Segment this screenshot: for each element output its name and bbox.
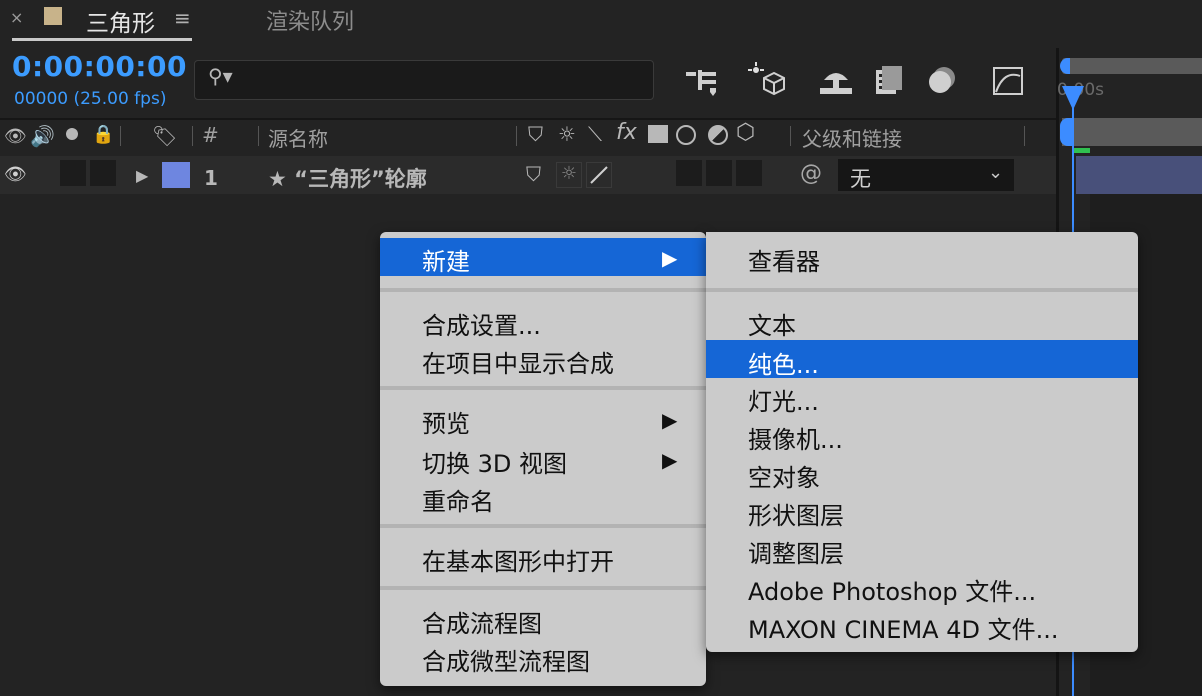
close-tab-icon[interactable]: × [10, 8, 23, 27]
frame-rate-display: 00000 (25.00 fps) [14, 89, 167, 109]
layer-shy-switch-icon[interactable]: ⛉ [526, 162, 541, 186]
menu-divider [380, 586, 706, 590]
layer-label-color[interactable] [162, 162, 190, 188]
column-divider [790, 126, 791, 146]
column-divider [120, 126, 121, 146]
layer-solo-toggle[interactable] [60, 160, 86, 186]
solo-icon [66, 128, 78, 140]
frame-blend-switch-icon [648, 125, 668, 143]
tab-composition[interactable]: 三角形 [86, 4, 155, 38]
new-submenu: 查看器 文本 纯色... 灯光... 摄像机... 空对象 形状图层 调整图层 … [706, 232, 1138, 652]
menu-item-switch-3d-view[interactable]: 切换 3D 视图 ▶ [380, 440, 706, 478]
playhead-handle[interactable] [1062, 86, 1084, 110]
quality-switch-icon: ⟍ [588, 122, 602, 146]
menu-divider [380, 288, 706, 292]
layer-search-input[interactable] [194, 60, 654, 100]
menu-item-reveal-in-project[interactable]: 在项目中显示合成 [380, 340, 706, 378]
layer-duration-bar[interactable] [1076, 156, 1202, 194]
layer-expand-icon[interactable]: ▶ [136, 166, 148, 185]
panel-menu-icon[interactable]: ≡ [174, 6, 191, 30]
menu-item-composition-flowchart[interactable]: 合成流程图 [380, 600, 706, 638]
submenu-item-null-object[interactable]: 空对象 [706, 454, 1138, 492]
menu-divider [706, 288, 1138, 292]
menu-item-rename[interactable]: 重命名 [380, 478, 706, 516]
submenu-item-cinema4d-file[interactable]: MAXON CINEMA 4D 文件... [706, 606, 1138, 644]
lock-icon: 🔒 [92, 124, 115, 145]
submenu-arrow-icon: ▶ [662, 408, 678, 432]
submenu-item-camera[interactable]: 摄像机... [706, 416, 1138, 454]
submenu-item-shape-layer[interactable]: 形状图层 [706, 492, 1138, 530]
submenu-item-text[interactable]: 文本 [706, 302, 1138, 340]
composition-color-swatch [44, 7, 62, 25]
motion-blur-switch-icon [676, 125, 696, 145]
column-parent-link[interactable]: 父级和链接 [802, 123, 902, 152]
layer-name[interactable]: ★ “三角形”轮廓 [268, 163, 427, 193]
column-source-name[interactable]: 源名称 [268, 123, 328, 152]
composition-mini-flowchart-icon[interactable] [684, 62, 724, 98]
layer-quality-switch-icon[interactable] [586, 162, 612, 188]
active-tab-underline [12, 38, 192, 41]
submenu-item-viewer[interactable]: 查看器 [706, 238, 1138, 276]
submenu-arrow-icon: ▶ [662, 448, 678, 472]
column-number[interactable]: # [202, 123, 219, 147]
shy-layers-icon[interactable] [816, 62, 856, 98]
submenu-item-photoshop-file[interactable]: Adobe Photoshop 文件... [706, 568, 1138, 606]
submenu-item-light[interactable]: 灯光... [706, 378, 1138, 416]
shy-switch-icon: ⛉ [528, 122, 543, 146]
render-cache-indicator [1072, 148, 1090, 153]
search-icon: ⚲▾ [208, 64, 233, 88]
work-area-start-handle[interactable] [1060, 58, 1070, 74]
submenu-arrow-icon: ▶ [662, 246, 678, 270]
parent-pickwhip-icon[interactable]: @ [800, 161, 822, 186]
menu-item-composition-settings[interactable]: 合成设置... [380, 302, 706, 340]
time-navigator-start-handle[interactable] [1060, 118, 1072, 146]
effects-switch-icon: fx [616, 120, 637, 145]
video-visibility-icon: 👁 [4, 126, 27, 147]
submenu-item-adjustment-layer[interactable]: 调整图层 [706, 530, 1138, 568]
frame-blending-icon[interactable] [870, 62, 910, 98]
graph-editor-icon[interactable] [988, 62, 1028, 98]
adjustment-switch-icon [708, 125, 728, 145]
chevron-down-icon: ⌄ [988, 162, 1004, 183]
motion-blur-icon[interactable] [922, 62, 962, 98]
layer-3d-toggle[interactable] [736, 160, 762, 186]
column-divider [516, 126, 517, 146]
menu-item-preview[interactable]: 预览 ▶ [380, 400, 706, 438]
layer-adjustment-toggle[interactable] [706, 160, 732, 186]
audio-icon: 🔊 [30, 124, 55, 148]
layer-collapse-switch-icon[interactable]: ☼ [556, 162, 582, 188]
menu-item-composition-mini-flowchart[interactable]: 合成微型流程图 [380, 638, 706, 676]
3d-layer-switch-icon: ⬡ [736, 120, 756, 145]
layer-motion-blur-toggle[interactable] [676, 160, 702, 186]
draft-3d-icon[interactable] [748, 62, 788, 98]
label-tag-icon: 🏷 [152, 124, 178, 148]
layer-lock-toggle[interactable] [90, 160, 116, 186]
submenu-item-solid[interactable]: 纯色... [706, 340, 1138, 379]
column-divider [192, 126, 193, 146]
current-time-display[interactable]: 0:00:00:00 [12, 50, 187, 83]
menu-item-open-in-essential-graphics[interactable]: 在基本图形中打开 [380, 538, 706, 576]
parent-dropdown-value: 无 [850, 167, 871, 191]
menu-divider [380, 386, 706, 390]
collapse-switch-icon: ☼ [558, 122, 576, 146]
work-area-bar[interactable] [1062, 58, 1202, 74]
menu-divider [380, 524, 706, 528]
layer-visibility-icon[interactable]: 👁 [4, 164, 27, 185]
context-menu: 新建 ▶ 合成设置... 在项目中显示合成 预览 ▶ 切换 3D 视图 ▶ 重命… [380, 232, 706, 686]
time-navigator-bar[interactable] [1062, 118, 1202, 146]
menu-item-new[interactable]: 新建 ▶ [380, 238, 706, 276]
tab-render-queue[interactable]: 渲染队列 [266, 4, 354, 36]
column-divider [258, 126, 259, 146]
column-divider [1024, 126, 1025, 146]
layer-number: 1 [204, 166, 218, 190]
